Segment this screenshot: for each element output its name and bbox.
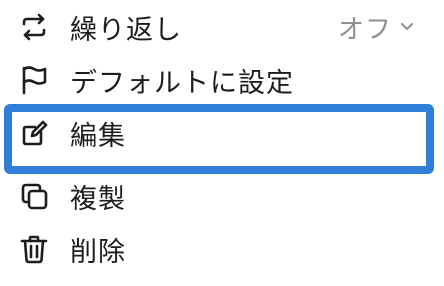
repeat-icon — [18, 11, 50, 43]
menu-item-label: 繰り返し — [70, 14, 182, 46]
menu-item-label: デフォルトに設定 — [70, 67, 294, 99]
menu-item-repeat[interactable]: 繰り返し オフ — [0, 0, 444, 54]
edit-icon — [18, 117, 50, 149]
flag-icon — [18, 64, 50, 96]
repeat-value-text: オフ — [337, 14, 392, 45]
menu-item-label: 複製 — [70, 183, 126, 215]
duplicate-icon — [18, 180, 50, 212]
menu-item-label: 削除 — [70, 236, 126, 268]
menu-item-set-default[interactable]: デフォルトに設定 — [0, 53, 444, 107]
chevron-down-icon — [400, 20, 414, 34]
context-menu: 繰り返し オフ デフォルトに設定 編集 複製 削除 — [0, 0, 444, 286]
menu-item-delete[interactable]: 削除 — [0, 222, 444, 276]
trash-icon — [18, 233, 50, 265]
menu-item-edit[interactable]: 編集 — [0, 106, 444, 160]
menu-item-duplicate[interactable]: 複製 — [0, 169, 444, 223]
menu-item-label: 編集 — [70, 120, 126, 152]
repeat-value[interactable]: オフ — [338, 9, 414, 46]
